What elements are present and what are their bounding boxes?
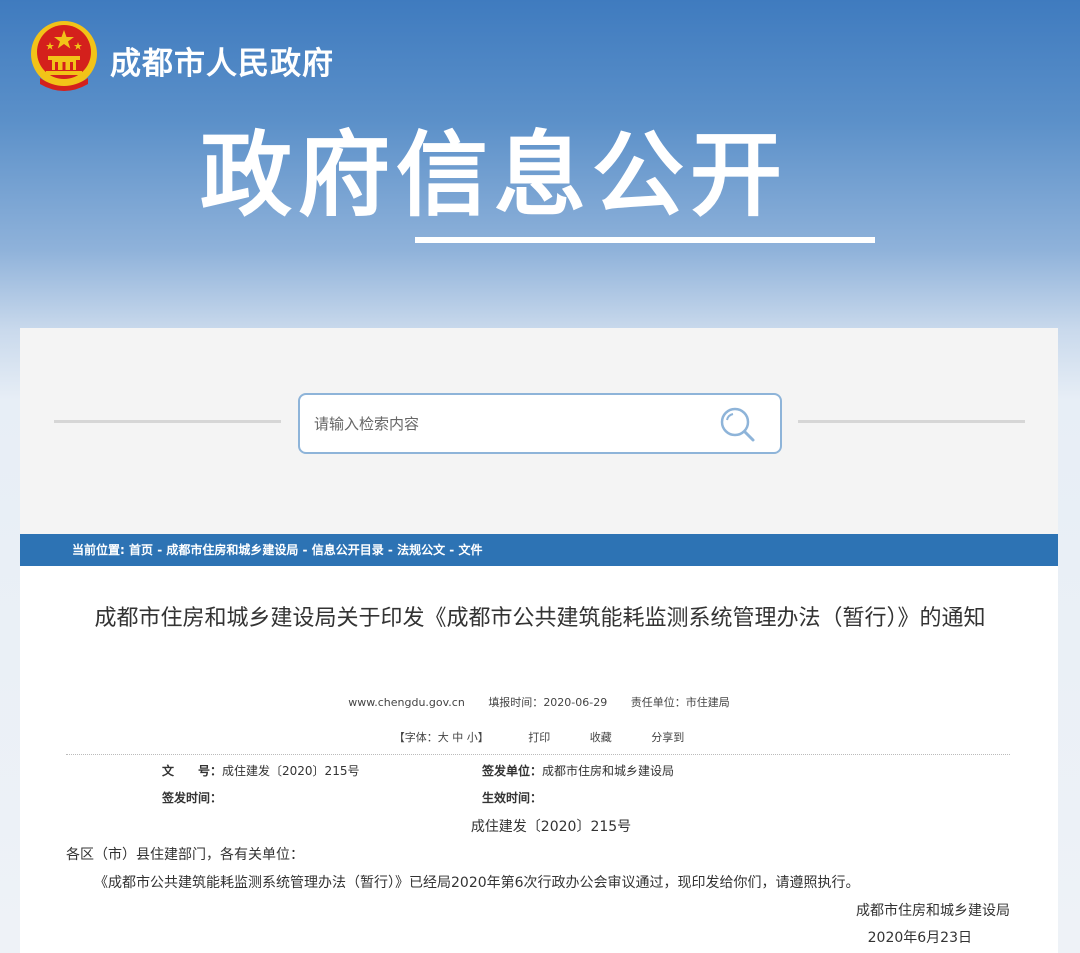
breadcrumb-prefix: 当前位置: [72,543,125,557]
body-paragraph: 《成都市公共建筑能耗监测系统管理办法（暂行）》已经局2020年第6次行政办公会审… [94,875,860,891]
meta-unit: 责任单位：市住建局 [631,696,730,709]
info-issuer: 签发单位：成都市住房和城乡建设局 [482,762,674,779]
divider [66,754,1010,755]
breadcrumb-separator: - [383,543,398,557]
sign-date: 2020年6月23日 [867,930,972,946]
search-area [20,328,1058,534]
breadcrumb-separator: - [153,543,167,557]
info-issuer-value: 成都市住房和城乡建设局 [542,764,675,778]
search-input[interactable] [314,407,694,441]
info-effective-label: 生效时间： [482,791,543,805]
meta-unit-label: 责任单位： [630,696,686,709]
info-issuer-label: 签发单位： [482,764,543,778]
breadcrumb-bureau[interactable]: 成都市住房和城乡建设局 [166,543,298,557]
info-issue-time-label: 签发时间： [162,791,223,805]
article-tools: 【字体：大 中 小】 打印 收藏 分享到 [20,729,1058,745]
national-emblem-icon [31,21,97,91]
meta-unit-value: 市住建局 [685,696,730,709]
article-title: 成都市住房和城乡建设局关于印发《成都市公共建筑能耗监测系统管理办法（暂行）》的通… [94,606,986,631]
favorite-button[interactable]: 收藏 [590,731,612,744]
info-doc-no-label: 文 号： [162,764,223,778]
search-divider-left [54,420,281,423]
meta-date: 填报时间：2020-06-29 [488,696,607,709]
signature: 成都市住房和城乡建设局 [856,903,1010,919]
search-divider-right [798,420,1025,423]
meta-source: www.chengdu.gov.cn [348,696,465,709]
print-button[interactable]: 打印 [528,731,550,744]
breadcrumb: 当前位置: 首页 - 成都市住房和城乡建设局 - 信息公开目录 - 法规公文 -… [20,534,1058,566]
share-button[interactable]: 分享到 [651,731,684,744]
breadcrumb-catalog[interactable]: 信息公开目录 [312,543,384,557]
meta-date-label: 填报时间： [488,696,544,709]
search-icon[interactable] [718,405,758,445]
info-issue-time: 签发时间： [162,789,222,806]
content-panel: 当前位置: 首页 - 成都市住房和城乡建设局 - 信息公开目录 - 法规公文 -… [20,328,1058,953]
breadcrumb-separator: - [298,543,312,557]
breadcrumb-documents[interactable]: 法规公文 [397,543,445,557]
breadcrumb-home[interactable]: 首页 [129,543,153,557]
breadcrumb-separator: - [445,543,459,557]
info-doc-no-value: 成住建发〔2020〕215号 [222,764,360,778]
doc-number: 成住建发〔2020〕215号 [470,819,632,835]
meta-date-value: 2020-06-29 [543,696,608,709]
info-effective: 生效时间： [482,789,542,806]
search-box [298,393,782,454]
info-doc-no: 文 号：成住建发〔2020〕215号 [162,762,359,779]
breadcrumb-files[interactable]: 文件 [458,543,482,557]
article-meta: www.chengdu.gov.cn 填报时间：2020-06-29 责任单位：… [20,694,1058,710]
header: 成都市人民政府 政府信息公开 [0,0,1080,330]
banner-underline [415,237,875,243]
salutation: 各区（市）县住建部门，各有关单位： [66,847,304,863]
site-name[interactable]: 成都市人民政府 [110,38,334,83]
banner-title: 政府信息公开 [200,122,789,229]
font-size-switch[interactable]: 【字体：大 中 小】 [394,731,489,744]
